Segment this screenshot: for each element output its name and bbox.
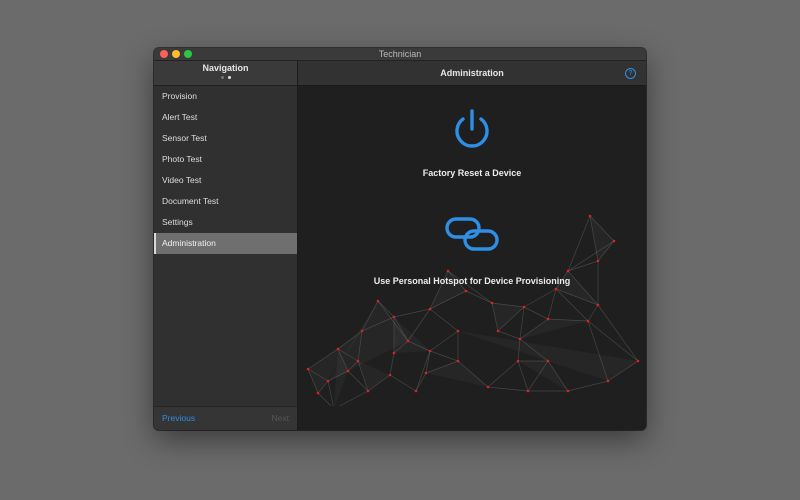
mesh-edge: [429, 350, 459, 362]
personal-hotspot-label: Use Personal Hotspot for Device Provisio…: [373, 276, 571, 286]
sidebar-title: Navigation: [202, 63, 249, 73]
sidebar-item-alert-test[interactable]: Alert Test: [154, 107, 297, 128]
mesh-edge: [429, 330, 459, 352]
mesh-edge: [317, 392, 332, 406]
mesh-node: [586, 319, 590, 323]
sidebar-item-document-test[interactable]: Document Test: [154, 191, 297, 212]
mesh-edge: [425, 350, 431, 374]
mesh-node: [306, 367, 310, 371]
mesh-facet: [426, 361, 488, 387]
mesh-node: [376, 299, 380, 303]
mesh-node: [388, 373, 392, 377]
mesh-node: [360, 329, 364, 333]
mesh-edge: [465, 290, 493, 304]
mesh-edge: [587, 304, 599, 322]
title-bar: Technician: [154, 48, 646, 61]
mesh-node: [456, 359, 460, 363]
mesh-node: [316, 391, 320, 395]
mesh-node: [366, 389, 370, 393]
mesh-node: [428, 349, 432, 353]
mesh-edge: [567, 380, 609, 392]
sidebar-footer: Previous Next: [154, 406, 297, 430]
mesh-edge: [415, 350, 431, 392]
page-dot-active[interactable]: [227, 76, 231, 79]
mesh-edge: [547, 288, 557, 320]
previous-button[interactable]: Previous: [162, 413, 195, 423]
mesh-edge: [389, 374, 417, 392]
mesh-node: [606, 379, 610, 383]
mesh-edge: [327, 380, 334, 406]
page-title: Administration: [440, 68, 504, 78]
help-icon[interactable]: ?: [625, 68, 636, 79]
mesh-node: [636, 359, 640, 363]
mesh-edge: [597, 304, 639, 362]
sidebar-item-provision[interactable]: Provision: [154, 86, 297, 107]
mesh-node: [496, 329, 500, 333]
mesh-edge: [389, 352, 395, 376]
mesh-node: [490, 301, 494, 305]
mesh-node: [326, 379, 330, 383]
mesh-node: [566, 389, 570, 393]
nav-list: Provision Alert Test Sensor Test Photo T…: [154, 86, 297, 254]
mesh-node: [464, 289, 468, 293]
mesh-node: [346, 369, 350, 373]
mesh-node: [546, 359, 550, 363]
page-dot[interactable]: [220, 76, 224, 79]
factory-reset-label: Factory Reset a Device: [422, 168, 522, 178]
mesh-facet: [520, 319, 588, 339]
mesh-node: [526, 389, 530, 393]
mesh-node: [546, 317, 550, 321]
mesh-edge: [429, 308, 459, 332]
mesh-node: [516, 359, 520, 363]
app-window: Technician Navigation Provision Alert Te…: [154, 48, 646, 430]
mesh-edge: [523, 288, 557, 308]
sidebar-header: Navigation: [154, 61, 297, 86]
mesh-edge: [523, 306, 549, 320]
next-button[interactable]: Next: [272, 413, 289, 423]
mesh-node: [596, 303, 600, 307]
mesh-node: [522, 305, 526, 309]
mesh-edge: [487, 386, 529, 392]
factory-reset-action[interactable]: Factory Reset a Device: [298, 108, 646, 178]
sidebar-item-settings[interactable]: Settings: [154, 212, 297, 233]
mesh-edge: [519, 306, 525, 340]
sidebar-item-video-test[interactable]: Video Test: [154, 170, 297, 191]
personal-hotspot-action[interactable]: Use Personal Hotspot for Device Provisio…: [298, 216, 646, 286]
sidebar-item-sensor-test[interactable]: Sensor Test: [154, 128, 297, 149]
mesh-node: [554, 287, 558, 291]
mesh-node: [392, 351, 396, 355]
mesh-node: [428, 307, 432, 311]
mesh-facet: [518, 361, 568, 391]
mesh-edge: [407, 308, 431, 342]
power-icon: [455, 109, 489, 148]
sidebar: Navigation Provision Alert Test Sensor T…: [154, 61, 298, 430]
mesh-node: [414, 389, 418, 393]
mesh-node: [424, 371, 428, 375]
sidebar-item-photo-test[interactable]: Photo Test: [154, 149, 297, 170]
main-header: Administration ?: [298, 61, 646, 86]
mesh-node: [406, 339, 410, 343]
mesh-node: [356, 359, 360, 363]
mesh-node: [456, 329, 460, 333]
page-indicator[interactable]: [154, 76, 297, 79]
mesh-edge: [393, 308, 431, 318]
mesh-node: [518, 337, 522, 341]
main-panel: Administration ? Factory Reset a Device …: [298, 61, 646, 430]
mesh-edge: [487, 360, 519, 388]
sidebar-item-administration[interactable]: Administration: [154, 233, 297, 254]
mesh-edge: [497, 330, 521, 340]
mesh-node: [336, 347, 340, 351]
mesh-node: [486, 385, 490, 389]
link-icon: [445, 217, 499, 251]
window-title: Technician: [378, 49, 422, 59]
mesh-node: [392, 315, 396, 319]
